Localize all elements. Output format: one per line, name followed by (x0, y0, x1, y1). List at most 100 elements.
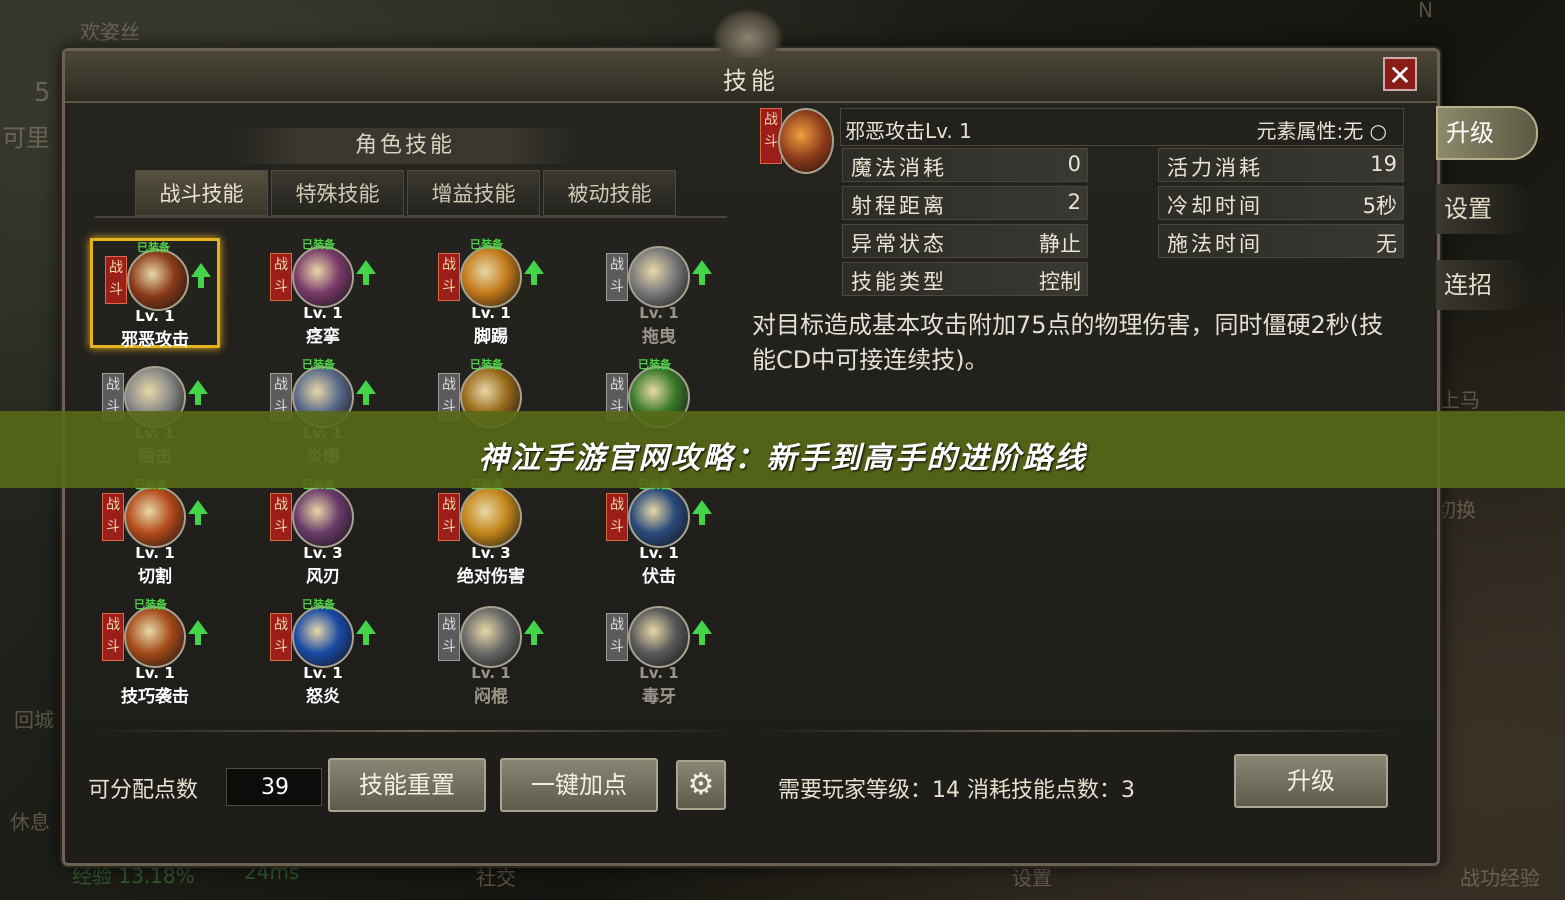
stat-value: 控制 (1039, 270, 1081, 294)
skill-slot[interactable]: 战斗 Lv. 1 拖曳 (594, 238, 724, 348)
skill-name: 痉挛 (306, 327, 340, 347)
upgrade-arrow-icon (188, 380, 208, 405)
skull-ornament-icon (712, 8, 784, 58)
stat-key: 魔法消耗 (851, 156, 947, 180)
skill-slot[interactable]: 战斗已装备Lv. 1切割 (90, 478, 220, 588)
skill-level: Lv. 1 (639, 304, 679, 322)
points-value: 39 (226, 768, 322, 806)
upgrade-skill-button[interactable]: 升级 (1234, 754, 1388, 808)
stat-status: 异常状态 静止 (842, 224, 1088, 258)
title-banner: 神泣手游官网攻略：新手到高手的进阶路线 (0, 411, 1565, 488)
skill-icon (628, 246, 690, 308)
skill-slot[interactable]: 战斗 已装备 Lv. 1 技巧袭击 (90, 598, 220, 708)
skill-level: Lv. 3 (303, 544, 343, 562)
return-city-button[interactable]: 回城 (14, 704, 54, 733)
skill-name: 伏击 (642, 567, 676, 587)
skill-slot[interactable]: 战斗 Lv. 1 毒牙 (594, 598, 724, 708)
social-button[interactable]: 社交 (476, 862, 516, 891)
skill-icon (628, 486, 690, 548)
skill-slot[interactable]: 战斗 已装备 Lv. 1 邪恶攻击 (90, 238, 220, 350)
panel-header: 技能 ✕ (65, 51, 1437, 103)
stat-key: 射程距离 (851, 194, 947, 218)
settings-bottom-button[interactable]: 设置 (1012, 862, 1052, 891)
ride-button[interactable]: 上马 (1440, 384, 1480, 413)
auto-assign-button[interactable]: 一键加点 (500, 758, 658, 812)
combat-badge: 战斗 (438, 493, 460, 541)
compass-label: N (1418, 0, 1433, 22)
skill-icon (292, 246, 354, 308)
stat-key: 冷却时间 (1167, 194, 1263, 218)
divider-left (92, 730, 738, 732)
skill-name: 风刃 (306, 567, 340, 587)
skill-level: Lv. 1 (135, 664, 175, 682)
skill-icon (292, 606, 354, 668)
bg-fragment: 可里 (2, 124, 50, 152)
equipped-tag: 已装备 (302, 358, 335, 371)
skill-slot[interactable]: 战斗已装备Lv. 3绝对伤害 (426, 478, 556, 588)
skill-name: 怒炎 (306, 687, 340, 707)
gear-icon[interactable]: ⚙ (676, 760, 726, 810)
side-settings-button[interactable]: 设置 (1436, 184, 1534, 234)
skill-slot[interactable]: 战斗已装备Lv. 3风刃 (258, 478, 388, 588)
skill-icon (124, 486, 186, 548)
close-button[interactable]: ✕ (1383, 57, 1417, 92)
skill-icon (628, 606, 690, 668)
combat-badge: 战斗 (105, 256, 127, 304)
combat-badge: 战斗 (270, 493, 292, 541)
combat-badge: 战斗 (606, 613, 628, 661)
upgrade-arrow-icon (191, 263, 211, 288)
battle-exp-label: 战功经验 (1460, 866, 1540, 890)
selected-skill-icon: 战斗 (760, 108, 834, 176)
element-attribute: 元素属性:无 ○ (1256, 119, 1387, 143)
tab-combat-skills[interactable]: 战斗技能 (135, 170, 268, 216)
combat-badge: 战斗 (438, 613, 460, 661)
rest-button[interactable]: 休息 (10, 806, 50, 835)
combat-badge: 战斗 (606, 493, 628, 541)
panel-title: 技能 (723, 67, 779, 95)
stat-value: 无 (1376, 232, 1397, 256)
combat-badge: 战斗 (270, 613, 292, 661)
player-name: 欢姿丝 (80, 20, 140, 44)
upgrade-arrow-icon (692, 260, 712, 285)
skill-slot[interactable]: 战斗 Lv. 1 闷棍 (426, 598, 556, 708)
combat-badge: 战斗 (102, 613, 124, 661)
stat-key: 异常状态 (851, 232, 947, 256)
reset-skills-button[interactable]: 技能重置 (328, 758, 486, 812)
upgrade-arrow-icon (692, 500, 712, 525)
tab-passive-skills[interactable]: 被动技能 (543, 170, 676, 216)
tab-special-skills[interactable]: 特殊技能 (271, 170, 404, 216)
side-combo-button[interactable]: 连招 (1436, 260, 1534, 310)
skill-icon (127, 249, 189, 311)
section-title: 角色技能 (230, 128, 580, 164)
upgrade-arrow-icon (188, 620, 208, 645)
skill-name: 技巧袭击 (121, 687, 189, 707)
equipped-tag: 已装备 (302, 238, 335, 251)
bg-level-number: 5 (34, 78, 51, 108)
skill-slot[interactable]: 战斗已装备Lv. 1伏击 (594, 478, 724, 588)
stat-range: 射程距离 2 (842, 186, 1088, 220)
upgrade-requirement: 需要玩家等级：14 消耗技能点数：3 (778, 778, 1135, 803)
skill-icon (460, 606, 522, 668)
skill-slot[interactable]: 战斗 已装备 Lv. 1 怒炎 (258, 598, 388, 708)
skill-level: Lv. 1 (471, 664, 511, 682)
side-upgrade-button[interactable]: 升级 (1436, 106, 1538, 160)
equipped-tag: 已装备 (638, 358, 671, 371)
skill-slot[interactable]: 战斗 已装备 Lv. 1 脚踢 (426, 238, 556, 348)
skill-name: 绝对伤害 (457, 567, 525, 587)
switch-button[interactable]: 切换 (1436, 494, 1476, 523)
combat-badge: 战斗 (102, 493, 124, 541)
banner-text: 神泣手游官网攻略：新手到高手的进阶路线 (478, 441, 1087, 476)
stat-mana-cost: 魔法消耗 0 (842, 148, 1088, 182)
tab-buff-skills[interactable]: 增益技能 (407, 170, 540, 216)
skill-icon (460, 246, 522, 308)
skill-name: 切割 (138, 567, 172, 587)
stat-value: 2 (1067, 190, 1081, 214)
skill-level: Lv. 1 (471, 304, 511, 322)
skill-icon (292, 486, 354, 548)
skill-level: Lv. 1 (639, 544, 679, 562)
skill-level: Lv. 3 (471, 544, 511, 562)
points-label: 可分配点数 (88, 778, 199, 803)
equipped-tag: 已装备 (470, 358, 503, 371)
skill-name: 邪恶攻击 (121, 330, 189, 350)
skill-slot[interactable]: 战斗 已装备 Lv. 1 痉挛 (258, 238, 388, 348)
